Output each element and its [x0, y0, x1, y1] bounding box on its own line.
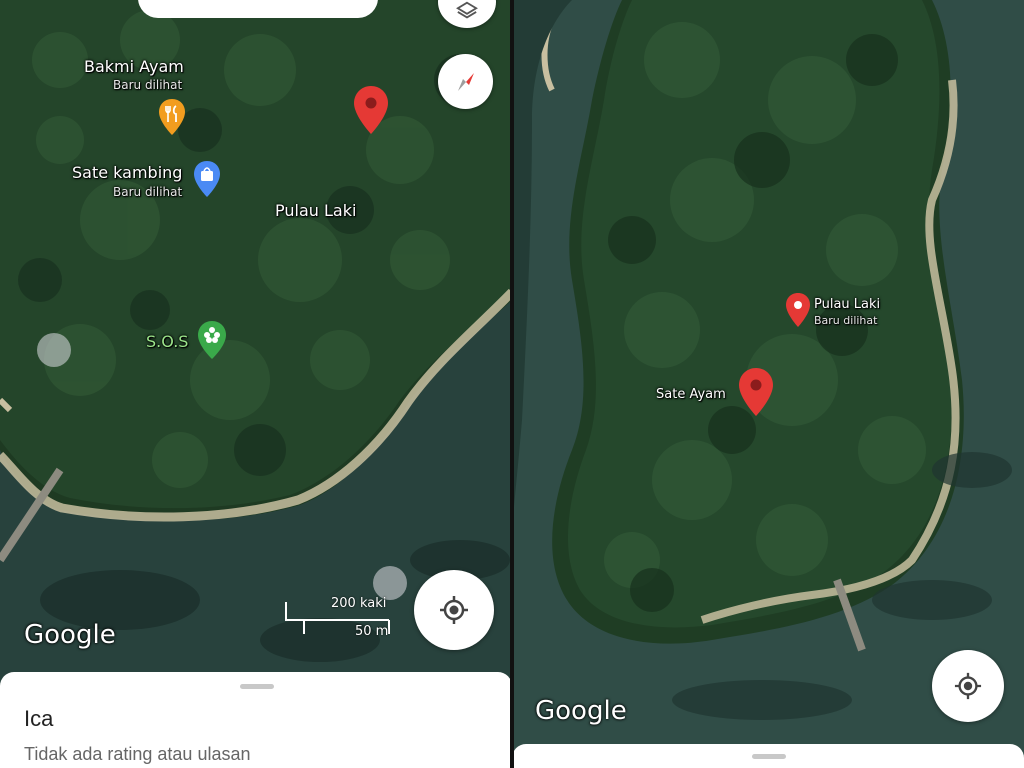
google-logo: Google [535, 696, 627, 726]
poi-sublabel-bakmi-ayam: Baru dilihat [113, 78, 183, 92]
flower-pin-icon[interactable] [197, 320, 227, 360]
poi-label-bakmi-ayam: Bakmi Ayam [84, 57, 184, 76]
poi-label-sate-ayam: Sate Ayam [656, 387, 726, 402]
place-title: Ica [24, 706, 54, 731]
place-sheet[interactable]: Ica Tidak ada rating atau ulasan [0, 672, 512, 768]
scale-feet: 200 kaki [331, 596, 387, 611]
panel-divider [510, 0, 514, 768]
touch-indicator [37, 333, 71, 367]
my-location-button[interactable] [414, 570, 494, 650]
poi-sublabel-sate-kambing: Baru dilihat [113, 185, 183, 199]
map-pin-icon[interactable] [353, 85, 389, 135]
island-sublabel: Baru dilihat [814, 314, 878, 327]
search-bar[interactable] [138, 0, 378, 18]
compass-button[interactable] [438, 54, 493, 109]
google-logo: Google [24, 620, 116, 650]
island-label: Pulau Laki [814, 297, 881, 312]
scale-meters: 50 m [355, 624, 389, 639]
touch-indicator [373, 566, 407, 600]
place-sheet[interactable] [512, 744, 1024, 768]
map-view-right[interactable]: Pulau Laki Baru dilihat Sate Ayam Google [512, 0, 1024, 768]
map-pin-icon[interactable] [785, 292, 811, 328]
map-pin-icon[interactable] [738, 367, 774, 417]
my-location-icon [440, 596, 468, 624]
layers-icon [456, 1, 478, 19]
sheet-handle[interactable] [752, 754, 786, 759]
shopping-pin-icon[interactable] [193, 160, 221, 198]
poi-label-sos: S.O.S [146, 332, 189, 351]
restaurant-pin-icon[interactable] [158, 98, 186, 136]
my-location-button[interactable] [932, 650, 1004, 722]
satellite-map-left[interactable] [0, 0, 512, 768]
compass-icon [457, 72, 474, 91]
poi-label-sate-kambing: Sate kambing [72, 163, 183, 182]
island-label: Pulau Laki [275, 201, 357, 220]
map-view-left[interactable]: Bakmi Ayam Baru dilihat Sate kambing Bar… [0, 0, 512, 768]
place-rating-text: Tidak ada rating atau ulasan [24, 744, 251, 764]
sheet-handle[interactable] [240, 684, 274, 689]
my-location-icon [954, 672, 982, 700]
